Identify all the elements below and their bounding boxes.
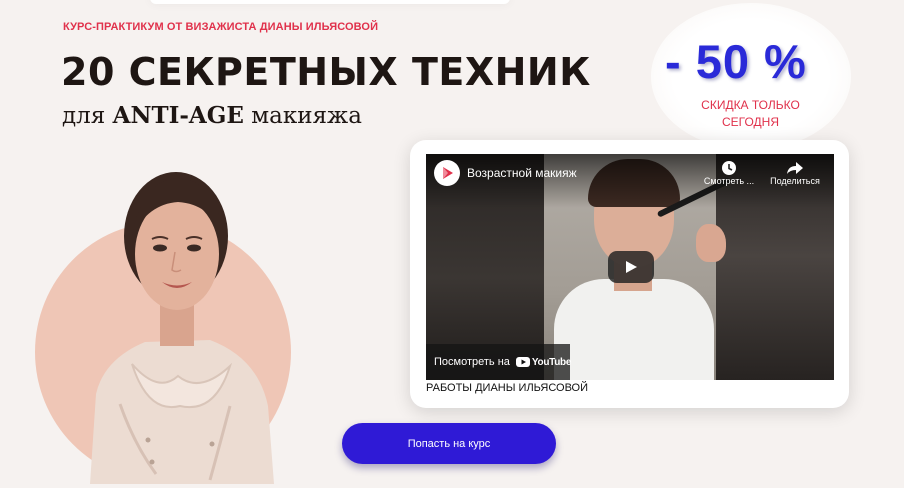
watch-later-label: Смотреть ... [703,176,755,186]
play-button[interactable] [608,251,654,283]
share-icon [766,160,824,176]
share-button[interactable]: Поделиться [766,160,824,186]
subtitle-prefix: для [62,103,113,129]
discount-caption: СКИДКА ТОЛЬКО СЕГОДНЯ [701,98,800,129]
subtitle-suffix: макияжа [243,103,362,129]
video-scene-hand [696,224,726,262]
youtube-logo-text: YouTube [531,356,572,368]
top-decoration [150,0,510,4]
page-title: 20 СЕКРЕТНЫХ ТЕХНИК [61,50,591,94]
play-icon [626,261,637,273]
video-title[interactable]: Возрастной макияж [467,166,577,180]
watch-later-button[interactable]: Смотреть ... [701,160,757,186]
subtitle-emphasis: ANTI-AGE [112,102,244,129]
instructor-photo [90,172,274,484]
clock-icon [701,160,757,176]
discount-value: - 50 % [665,35,807,88]
course-kicker: КУРС-ПРАКТИКУМ ОТ ВИЗАЖИСТА ДИАНЫ ИЛЬЯСО… [63,21,379,33]
video-player[interactable]: Возрастной макияж Смотреть ... Поделитьс… [426,154,834,380]
youtube-logo-icon: YouTube [515,356,572,368]
page-subtitle: для ANTI-AGE макияжа [62,102,362,129]
channel-avatar-icon[interactable] [434,160,460,186]
video-caption: РАБОТЫ ДИАНЫ ИЛЬЯСОВОЙ [426,382,589,394]
enroll-button[interactable]: Попасть на курс [342,423,556,464]
watch-on-youtube-button[interactable]: Посмотреть на YouTube [426,344,572,380]
watch-on-label: Посмотреть на [434,356,510,368]
video-scene-shirt [554,279,714,380]
share-label: Поделиться [770,176,820,186]
